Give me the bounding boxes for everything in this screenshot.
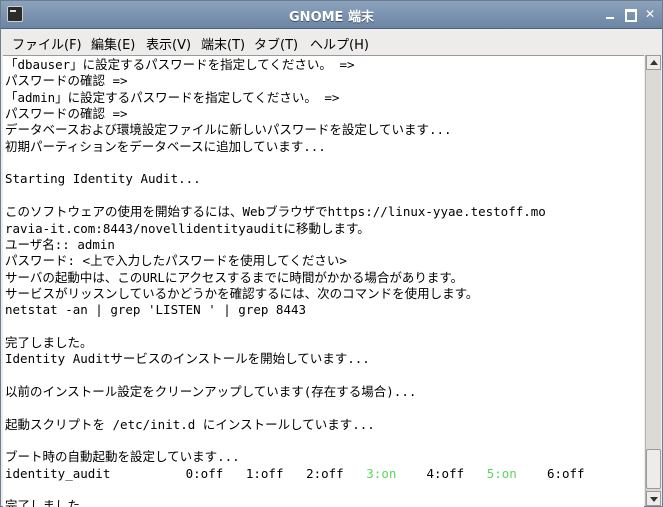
runlevel-status: 1:off xyxy=(245,465,284,481)
terminal-line: パスワードの確認 => xyxy=(5,106,128,122)
chkconfig-service: identity_audit xyxy=(5,465,111,481)
runlevel-status: 2:off xyxy=(306,465,344,481)
terminal-output[interactable]: 「dbauser」に設定するパスワードを指定してください。 => パスワードの確認… xyxy=(3,55,644,507)
terminal-line: 完了しました。 xyxy=(5,334,93,350)
terminal-line: ravia-it.com:8443/novellidentityauditに移動… xyxy=(5,220,370,236)
title-bar[interactable]: GNOME 端末 ✕ xyxy=(1,1,662,29)
maximize-icon[interactable] xyxy=(622,6,638,22)
terminal-line: Starting Identity Audit... xyxy=(5,171,201,187)
close-icon[interactable]: ✕ xyxy=(642,6,658,22)
menu-tabs[interactable]: タブ(T) xyxy=(254,34,298,53)
window-title: GNOME 端末 xyxy=(289,10,374,25)
terminal-line: 完了しました。 xyxy=(5,498,93,507)
terminal-line: パスワードの確認 => xyxy=(5,73,128,89)
vertical-scrollbar[interactable] xyxy=(645,55,661,506)
minimize-icon[interactable] xyxy=(602,6,618,22)
terminal-line: サービスがリッスンしているかどうかを確認するには、次のコマンドを使用します。 xyxy=(5,285,479,301)
runlevel-status: 0:off xyxy=(185,465,224,481)
runlevel-status: 6:off xyxy=(546,465,585,481)
menu-edit[interactable]: 編集(E) xyxy=(91,34,135,53)
runlevel-status: 5:on xyxy=(486,465,525,481)
menu-bar: ファイル(F) 編集(E) 表示(V) 端末(T) タブ(T) ヘルプ(H) xyxy=(1,29,662,54)
terminal-line: データベースおよび環境設定ファイルに新しいパスワードを設定しています... xyxy=(5,122,452,138)
terminal-line: このソフトウェアの使用を開始するには、Webブラウザでhttps://linux… xyxy=(5,204,546,220)
terminal-line: 初期パーティションをデータベースに追加しています... xyxy=(5,138,326,154)
menu-help[interactable]: ヘルプ(H) xyxy=(310,34,369,53)
runlevel-status: 3:on xyxy=(366,465,404,481)
menu-file[interactable]: ファイル(F) xyxy=(12,34,82,53)
menu-terminal[interactable]: 端末(T) xyxy=(201,34,245,53)
terminal-window: GNOME 端末 ✕ ファイル(F) 編集(E) 表示(V) 端末(T) タブ(… xyxy=(0,0,663,507)
terminal-line: Identity Auditサービスのインストールを開始しています... xyxy=(5,351,370,367)
scrollbar-thumb[interactable] xyxy=(646,449,661,489)
runlevel-status: 4:off xyxy=(426,465,465,481)
terminal-line: 起動スクリプトを /etc/init.d にインストールしています... xyxy=(5,416,375,432)
terminal-line: パスワード: <上で入力したパスワードを使用してください> xyxy=(5,253,347,269)
terminal-line: ブート時の自動起動を設定しています... xyxy=(5,449,240,465)
scroll-down-icon[interactable] xyxy=(646,491,661,506)
scroll-up-icon[interactable] xyxy=(646,55,661,70)
terminal-line: 「dbauser」に設定するパスワードを指定してください。 => xyxy=(5,57,355,72)
chkconfig-line: identity_audit 0:off 1:off 2:off 3:on 4:… xyxy=(5,466,585,482)
terminal-line: サーバの起動中は、このURLにアクセスするまでに時間がかかる場合があります。 xyxy=(5,269,464,285)
terminal-line: netstat -an | grep 'LISTEN ' | grep 8443 xyxy=(5,302,307,318)
menu-view[interactable]: 表示(V) xyxy=(146,34,191,53)
terminal-line: ユーザ名:: admin xyxy=(5,236,115,252)
terminal-line: 「admin」に設定するパスワードを指定してください。 => xyxy=(5,89,340,105)
terminal-line: 以前のインストール設定をクリーンアップしています(存在する場合)... xyxy=(5,384,417,399)
